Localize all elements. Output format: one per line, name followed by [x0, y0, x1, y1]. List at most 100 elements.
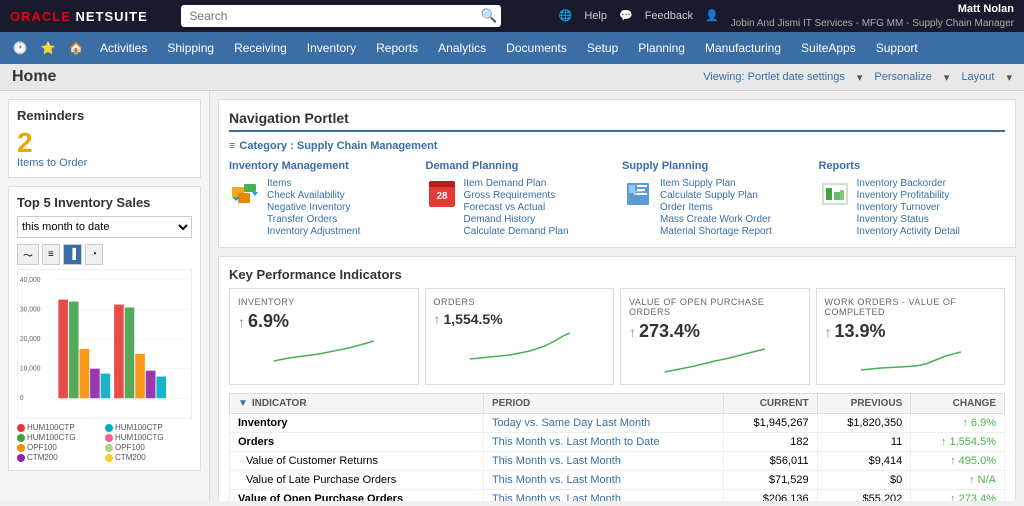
- link-calculate-demand-plan[interactable]: Calculate Demand Plan: [464, 226, 569, 237]
- nav-planning[interactable]: Planning: [628, 32, 695, 64]
- kpi-value-purchase-orders: ↑273.4%: [629, 321, 801, 342]
- personalize-chevron[interactable]: ▾: [944, 71, 950, 84]
- user-avatar: 👤: [705, 9, 719, 22]
- nav-activities[interactable]: Activities: [90, 32, 157, 64]
- current-late-po: $71,529: [723, 471, 817, 490]
- link-inventory-profitability[interactable]: Inventory Profitability: [857, 190, 960, 201]
- period-customer-returns[interactable]: This Month vs. Last Month: [483, 452, 723, 471]
- link-calculate-supply-plan[interactable]: Calculate Supply Plan: [660, 190, 772, 201]
- user-name: Matt Nolan: [958, 2, 1014, 16]
- portlet-date-chevron[interactable]: ▾: [857, 71, 863, 84]
- page-title: Home: [12, 68, 56, 86]
- search-button[interactable]: 🔍: [481, 8, 498, 24]
- chart-controls: 〜 ≡ ▐ ◔: [17, 244, 192, 265]
- previous-customer-returns: $9,414: [817, 452, 911, 471]
- feedback-icon[interactable]: 💬: [619, 9, 633, 22]
- link-items[interactable]: Items: [267, 178, 360, 189]
- globe-icon[interactable]: 🌐: [559, 9, 573, 22]
- reminders-title: Reminders: [17, 108, 192, 123]
- table-row: Value of Late Purchase Orders This Month…: [230, 471, 1005, 490]
- reminder-label[interactable]: Items to Order: [17, 157, 192, 169]
- supply-icon: ≡≡: [622, 178, 654, 210]
- period-open-po[interactable]: This Month vs. Last Month: [483, 490, 723, 502]
- clock-icon[interactable]: 🕐: [6, 34, 34, 62]
- search-container: 🔍: [181, 5, 501, 27]
- home-icon[interactable]: 🏠: [62, 34, 90, 62]
- current-inventory: $1,945,267: [723, 414, 817, 433]
- link-inventory-adjustment[interactable]: Inventory Adjustment: [267, 226, 360, 237]
- nav-portlet-col-inventory: Inventory Management: [229, 160, 416, 237]
- nav-receiving[interactable]: Receiving: [224, 32, 297, 64]
- previous-open-po: $55,202: [817, 490, 911, 502]
- chart-bar-btn[interactable]: ▐: [63, 244, 82, 265]
- kpi-label-inventory: INVENTORY: [238, 297, 410, 307]
- link-order-items[interactable]: Order Items: [660, 202, 772, 213]
- nav-portlet-title: Navigation Portlet: [229, 110, 1005, 132]
- indicator-late-po: Value of Late Purchase Orders: [230, 471, 484, 490]
- nav-reports[interactable]: Reports: [366, 32, 428, 64]
- user-info: Matt Nolan Jobin And Jismi IT Services -…: [731, 2, 1014, 29]
- layout-chevron[interactable]: ▾: [1006, 71, 1012, 84]
- demand-icon: 28: [426, 178, 458, 210]
- link-material-shortage-report[interactable]: Material Shortage Report: [660, 226, 772, 237]
- current-customer-returns: $56,011: [723, 452, 817, 471]
- link-inventory-turnover[interactable]: Inventory Turnover: [857, 202, 960, 213]
- help-link[interactable]: Help: [584, 10, 607, 22]
- link-item-demand-plan[interactable]: Item Demand Plan: [464, 178, 569, 189]
- table-row: Value of Open Purchase Orders This Month…: [230, 490, 1005, 502]
- th-current: CURRENT: [723, 394, 817, 414]
- th-change: CHANGE: [911, 394, 1005, 414]
- nav-setup[interactable]: Setup: [577, 32, 628, 64]
- search-input[interactable]: [181, 5, 501, 27]
- link-inventory-activity-detail[interactable]: Inventory Activity Detail: [857, 226, 960, 237]
- kpi-card-work-orders: WORK ORDERS - VALUE OF COMPLETED ↑13.9%: [816, 288, 1006, 385]
- chart-pie-btn[interactable]: ◔: [85, 244, 103, 265]
- portlet-date-settings[interactable]: Viewing: Portlet date settings: [703, 71, 845, 83]
- kpi-table: ▼INDICATOR PERIOD CURRENT PREVIOUS CHANG…: [229, 393, 1005, 501]
- nav-documents[interactable]: Documents: [496, 32, 577, 64]
- nav-manufacturing[interactable]: Manufacturing: [695, 32, 791, 64]
- oracle-netsuite-logo: ORACLE NETSUITE: [10, 9, 148, 24]
- feedback-link[interactable]: Feedback: [645, 10, 693, 22]
- user-role: Jobin And Jismi IT Services - MFG MM - S…: [731, 17, 1014, 30]
- link-transfer-orders[interactable]: Transfer Orders: [267, 214, 360, 225]
- indicator-orders: Orders: [230, 433, 484, 452]
- kpi-title: Key Performance Indicators: [229, 267, 1005, 282]
- link-item-supply-plan[interactable]: Item Supply Plan: [660, 178, 772, 189]
- indicator-inventory: Inventory: [230, 414, 484, 433]
- link-negative-inventory[interactable]: Negative Inventory: [267, 202, 360, 213]
- period-late-po[interactable]: This Month vs. Last Month: [483, 471, 723, 490]
- nav-shipping[interactable]: Shipping: [157, 32, 224, 64]
- nav-suiteapps[interactable]: SuiteApps: [791, 32, 866, 64]
- chart-line-btn[interactable]: 〜: [17, 244, 39, 265]
- star-icon[interactable]: ⭐: [34, 34, 62, 62]
- kpi-cards: INVENTORY ↑6.9% ORDERS ↑1,554.5%: [229, 288, 1005, 385]
- left-panel: Reminders 2 Items to Order Top 5 Invento…: [0, 91, 210, 501]
- page-header-right: Viewing: Portlet date settings ▾ Persona…: [703, 71, 1012, 84]
- chart-legend: HUM100CTP HUM100CTP HUM100CTG HUM100CTG …: [17, 423, 192, 462]
- link-inventory-status[interactable]: Inventory Status: [857, 214, 960, 225]
- link-check-availability[interactable]: Check Availability: [267, 190, 360, 201]
- nav-analytics[interactable]: Analytics: [428, 32, 496, 64]
- svg-text:10,000: 10,000: [20, 366, 41, 373]
- link-mass-create-work-order[interactable]: Mass Create Work Order: [660, 214, 772, 225]
- current-open-po: $206,136: [723, 490, 817, 502]
- period-inventory[interactable]: Today vs. Same Day Last Month: [483, 414, 723, 433]
- layout-link[interactable]: Layout: [961, 71, 994, 83]
- period-orders[interactable]: This Month vs. Last Month to Date: [483, 433, 723, 452]
- kpi-label-purchase-orders: VALUE OF OPEN PURCHASE ORDERS: [629, 297, 801, 317]
- link-inventory-backorder[interactable]: Inventory Backorder: [857, 178, 960, 189]
- link-demand-history[interactable]: Demand History: [464, 214, 569, 225]
- top5-period-select[interactable]: this month to date: [17, 216, 192, 238]
- top5-panel: Top 5 Inventory Sales this month to date…: [8, 186, 201, 471]
- supply-links: Item Supply Plan Calculate Supply Plan O…: [660, 178, 772, 237]
- nav-support[interactable]: Support: [866, 32, 928, 64]
- personalize-link[interactable]: Personalize: [874, 71, 931, 83]
- current-orders: 182: [723, 433, 817, 452]
- th-period: PERIOD: [483, 394, 723, 414]
- link-forecast-vs-actual[interactable]: Forecast vs Actual: [464, 202, 569, 213]
- link-gross-requirements[interactable]: Gross Requirements: [464, 190, 569, 201]
- chart-table-btn[interactable]: ≡: [42, 244, 60, 265]
- nav-inventory[interactable]: Inventory: [297, 32, 366, 64]
- col-title-supply: Supply Planning: [622, 160, 809, 172]
